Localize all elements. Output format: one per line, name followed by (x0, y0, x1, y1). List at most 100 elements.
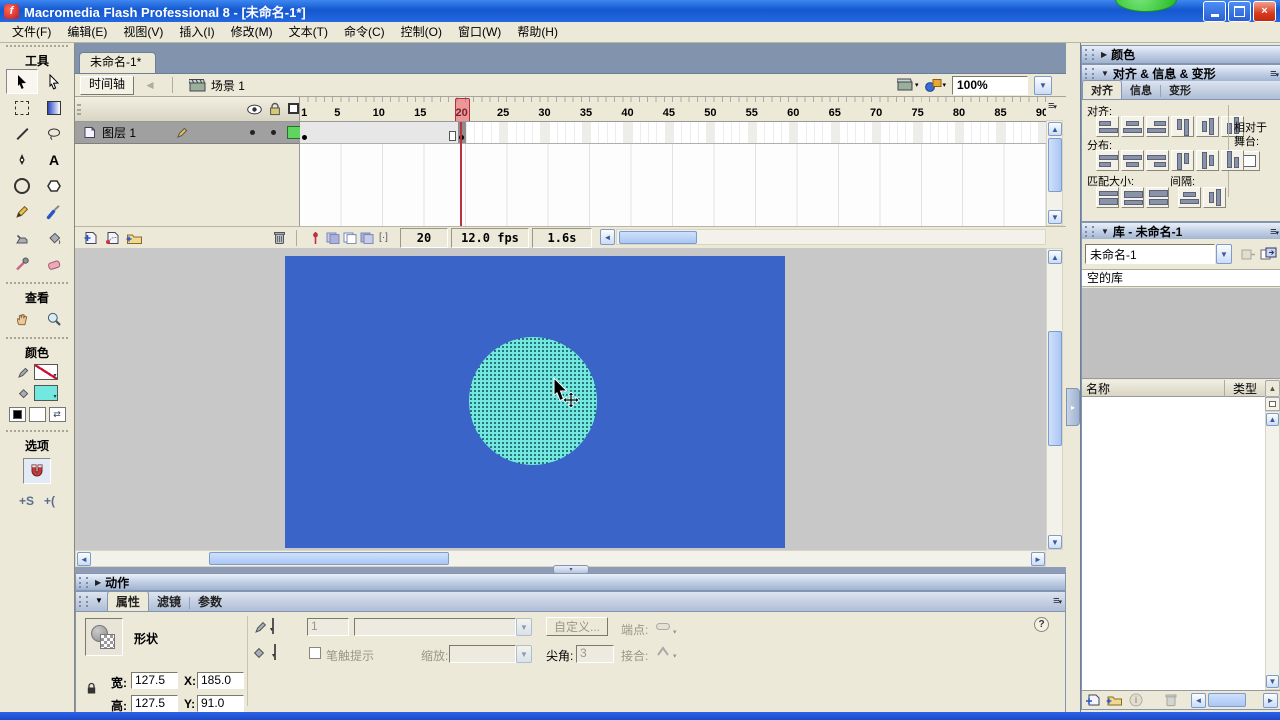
help-button[interactable]: ? (1034, 617, 1049, 632)
tab-properties[interactable]: 属性 (106, 591, 149, 611)
properties-collapse-icon[interactable]: ▼ (95, 596, 103, 605)
align-right-button[interactable] (1146, 116, 1169, 137)
line-tool-button[interactable] (6, 121, 38, 146)
align-vcenter-button[interactable] (1196, 116, 1219, 137)
layer-name[interactable]: 图层 1 (102, 124, 136, 141)
polystar-tool-button[interactable] (38, 173, 70, 198)
library-gripper[interactable] (1085, 226, 1094, 237)
library-trash-button[interactable] (1165, 693, 1177, 707)
zoom-dropdown-button[interactable]: ▼ (1034, 75, 1052, 95)
edit-scene-button[interactable]: ▾ (896, 78, 918, 92)
outline-layers-icon[interactable] (288, 103, 299, 114)
playhead-marker[interactable] (455, 98, 470, 121)
library-document-select[interactable]: 未命名-1 (1085, 244, 1215, 264)
distribute-bottom-button[interactable] (1146, 150, 1169, 171)
align-tab[interactable]: 对齐 (1082, 80, 1122, 99)
scale-dropdown-button[interactable]: ▼ (516, 645, 532, 663)
scene-label[interactable]: 场景 1 (211, 77, 245, 94)
text-tool-button[interactable]: A (38, 147, 70, 172)
distribute-vcenter-button[interactable] (1121, 150, 1144, 171)
match-width-button[interactable] (1096, 187, 1119, 208)
stroke-style-select[interactable] (354, 618, 516, 636)
space-horizontal-button[interactable] (1203, 187, 1226, 208)
document-tab[interactable]: 未命名-1* (79, 52, 157, 73)
minimize-button[interactable] (1203, 0, 1226, 22)
symbol-properties-button[interactable]: i (1129, 693, 1143, 707)
height-input[interactable]: 127.5 (131, 695, 178, 712)
delete-layer-trash-button[interactable] (273, 230, 286, 245)
selection-tool-button[interactable] (6, 69, 38, 94)
stage-vscrollbar[interactable]: ▲ ▼ (1046, 248, 1063, 550)
eraser-tool-button[interactable] (38, 251, 70, 276)
default-colors-button[interactable] (8, 407, 26, 422)
hand-tool-button[interactable] (6, 306, 38, 331)
align-collapse-icon[interactable]: ▼ (1101, 69, 1109, 78)
timeline-scroll-thumb[interactable] (1048, 138, 1062, 192)
menu-view[interactable]: 视图(V) (115, 22, 171, 42)
timeline-ruler[interactable]: 151015202530354045505560657075808590 (300, 97, 1046, 122)
timeline-scroll-up-button[interactable]: ▲ (1048, 122, 1062, 136)
center-frame-button[interactable] (307, 230, 324, 246)
distribute-hcenter-button[interactable] (1196, 150, 1219, 171)
cap-style-icon[interactable] (656, 623, 670, 630)
oval-tool-button[interactable] (6, 173, 38, 198)
timeline-panel-menu-icon[interactable]: ≡▾ (1048, 100, 1057, 112)
match-both-button[interactable] (1146, 187, 1169, 208)
edit-multiple-frames-button[interactable] (358, 230, 375, 246)
stage-hscroll-thumb[interactable] (209, 552, 449, 565)
ink-bottle-tool-button[interactable] (6, 225, 38, 250)
stage-scroll-up-button[interactable]: ▲ (1048, 250, 1062, 264)
free-transform-tool-button[interactable] (6, 95, 38, 120)
color-expand-icon[interactable]: ▶ (1101, 50, 1107, 59)
timeline-scroll-down-button[interactable]: ▼ (1048, 210, 1062, 224)
menu-help[interactable]: 帮助(H) (509, 22, 566, 42)
library-panel-menu-icon[interactable]: ≡▾ (1270, 226, 1279, 238)
timeline-gripper[interactable] (77, 104, 81, 115)
pencil-tool-button[interactable] (6, 199, 38, 224)
menu-commands[interactable]: 命令(C) (336, 22, 393, 42)
menu-file[interactable]: 文件(F) (4, 22, 59, 42)
insert-layer-button[interactable] (83, 230, 99, 245)
gradient-transform-tool-button[interactable] (38, 95, 70, 120)
onion-skin-button[interactable] (324, 230, 341, 246)
transform-tab[interactable]: 变形 (1161, 81, 1199, 99)
onion-skin-outlines-button[interactable] (341, 230, 358, 246)
library-wide-view-button[interactable] (1265, 397, 1280, 411)
join-style-icon[interactable] (656, 646, 670, 656)
align-left-button[interactable] (1096, 116, 1119, 137)
cap-dropdown-arrow[interactable]: ▾ (673, 628, 677, 636)
custom-stroke-button[interactable]: 自定义... (546, 617, 608, 636)
y-input[interactable]: 91.0 (197, 695, 244, 712)
pin-library-icon[interactable] (1240, 247, 1256, 261)
match-height-button[interactable] (1121, 187, 1144, 208)
timeline-toggle-button[interactable]: 时间轴 (80, 75, 135, 95)
distribute-right-button[interactable] (1221, 150, 1244, 171)
stroke-style-dropdown-button[interactable]: ▼ (516, 618, 532, 636)
actions-gripper[interactable] (79, 576, 88, 588)
library-vscrollbar[interactable]: ▲ ▼ (1265, 411, 1280, 690)
properties-gripper[interactable] (79, 596, 88, 607)
menu-edit[interactable]: 编辑(E) (59, 22, 115, 42)
stroke-color-swatch[interactable]: ▾ (33, 364, 58, 380)
library-hscroll-thumb[interactable] (1208, 693, 1246, 707)
color-panel-header[interactable]: ▶ 颜色 (1081, 45, 1280, 64)
width-input[interactable]: 127.5 (131, 672, 178, 689)
edit-symbols-button[interactable]: ▾ (924, 78, 946, 92)
library-hscroll-right-button[interactable]: ► (1263, 692, 1278, 708)
timeline-hscroll-left-button[interactable]: ◄ (600, 229, 615, 245)
library-sort-order-button[interactable]: ▲ (1265, 380, 1280, 397)
timeline-vscrollbar[interactable]: ▲ ▼ (1046, 120, 1063, 226)
tab-filters[interactable]: 滤镜 (149, 592, 189, 611)
menu-insert[interactable]: 插入(I) (171, 22, 222, 42)
fill-color-control[interactable]: ▾ (272, 644, 276, 660)
library-col-type[interactable]: 类型 (1223, 379, 1265, 397)
stage-workspace[interactable] (75, 248, 1046, 550)
align-panel-menu-icon[interactable]: ≡▾ (1270, 68, 1279, 80)
frames-row[interactable] (300, 122, 1046, 144)
frames-empty-area[interactable] (300, 144, 1046, 226)
subselection-tool-button[interactable] (38, 69, 70, 94)
brush-tool-button[interactable] (38, 199, 70, 224)
playhead-line[interactable] (460, 122, 462, 226)
frame-rate-readout[interactable]: 12.0 fps (451, 227, 529, 248)
align-top-button[interactable] (1171, 116, 1194, 137)
